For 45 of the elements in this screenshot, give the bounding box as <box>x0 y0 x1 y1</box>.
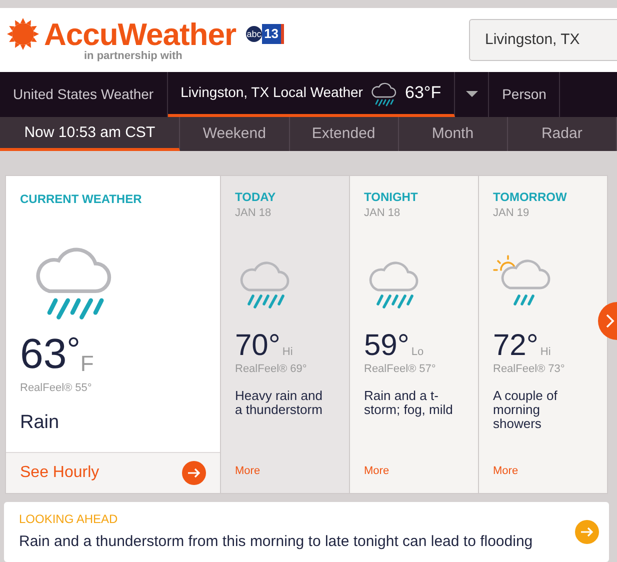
card-title: TODAY <box>235 190 277 206</box>
card-date: JAN 19 <box>493 206 530 222</box>
hourly-link[interactable]: See Hourly <box>6 452 220 494</box>
subnav-tab[interactable]: Extended <box>290 117 399 152</box>
degree-sign: ° <box>66 333 80 368</box>
realfeel: RealFeel® 57° <box>364 362 437 377</box>
looking-ahead-text: Rain and a thunderstorm from this morning to late tonight can lead to flooding <box>19 532 534 552</box>
arrow-right-icon[interactable] <box>182 461 206 486</box>
more-link[interactable]: More <box>364 462 464 480</box>
card-title: CURRENT WEATHER <box>20 191 143 208</box>
subnav-tab[interactable]: Weekend <box>180 117 290 152</box>
card-title: TOMORROW <box>493 190 568 206</box>
subnav-tab[interactable]: Radar <box>508 117 617 152</box>
temperature: 72° <box>493 330 538 361</box>
more-link[interactable]: More <box>493 462 593 480</box>
partner-logo: abc 13 <box>246 24 284 44</box>
hi-lo-label: Hi <box>282 345 293 360</box>
brand-logo[interactable]: AccuWeather <box>44 18 236 50</box>
forecast-text: Rain and a t-storm; fog, mild <box>364 389 454 418</box>
card-title: TONIGHT <box>364 190 419 206</box>
forecast-text: A couple of morning showers <box>493 389 558 432</box>
forecast-card[interactable]: TODAY JAN 18 70°Hi RealFeel® 69° Heavy rain and a thunderstorm More <box>221 175 350 494</box>
condition: Rain <box>20 410 60 435</box>
card-date: JAN 18 <box>235 206 272 222</box>
arrow-right-icon[interactable] <box>575 520 599 544</box>
next-arrow-icon[interactable] <box>598 302 617 340</box>
subnav-tab[interactable]: Month <box>398 117 508 152</box>
forecast-card[interactable]: TONIGHT JAN 18 59°Lo RealFeel® 57° Rain and a t-storm; fog, mild More <box>350 175 479 494</box>
realfeel: RealFeel® 73° <box>493 362 566 377</box>
card-title: LOOKING AHEAD <box>19 511 119 528</box>
hi-lo-label: Hi <box>540 345 551 360</box>
hi-lo-label: Lo <box>411 345 424 360</box>
realfeel: RealFeel® 55° <box>20 381 93 396</box>
subnav-tab[interactable]: Now 10:53 am CST <box>0 117 180 152</box>
temperature: 63 <box>20 333 67 376</box>
temperature: 59° <box>364 330 410 361</box>
forecast-text: Heavy rain and a thunderstorm <box>235 389 324 418</box>
sun-logo-icon <box>6 17 40 52</box>
forecast-card[interactable]: TOMORROW JAN 19 72°Hi RealFeel® 73° A couple of morning showers More <box>479 175 608 494</box>
realfeel: RealFeel® 69° <box>235 362 308 377</box>
card-date: JAN 18 <box>364 206 402 222</box>
location-field[interactable]: Livingston, TX <box>469 18 617 61</box>
tagline: in partnership with <box>84 51 182 62</box>
temperature: 70° <box>235 330 280 361</box>
unit: F <box>80 350 94 378</box>
